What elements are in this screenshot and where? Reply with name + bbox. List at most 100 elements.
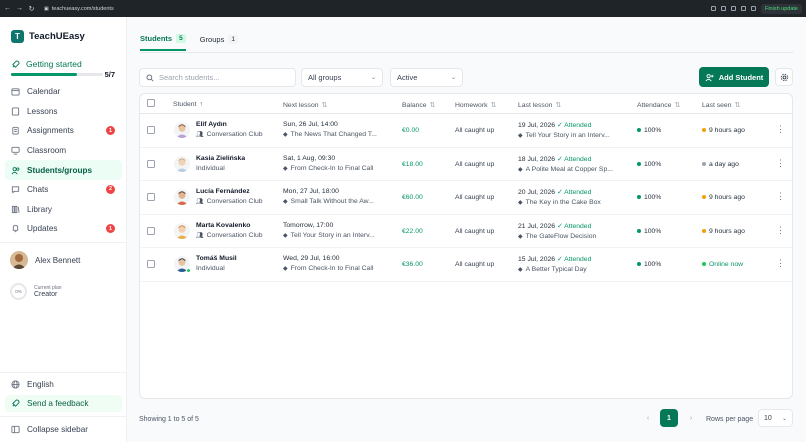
student-cell[interactable]: Elif Aydın 👥︎ Conversation Club (196, 121, 263, 138)
app-name: TeachUEasy (29, 31, 85, 42)
more-options-icon[interactable]: ⋮ (776, 192, 785, 201)
table-row[interactable]: Marta Kovalenko 👥︎ Conversation Club Tom… (140, 215, 792, 248)
column-header-student[interactable]: Student ↑ (173, 101, 203, 108)
table-row[interactable]: Elif Aydın 👥︎ Conversation Club Sun, 26 … (140, 114, 792, 148)
sidebar-item-students-groups[interactable]: Students/groups (5, 160, 122, 180)
profile-icon[interactable] (750, 6, 756, 11)
back-icon[interactable]: ← (4, 5, 11, 12)
page-button-current[interactable]: 1 (660, 409, 678, 427)
more-options-icon[interactable]: ⋮ (776, 158, 785, 167)
rows-per-page-select[interactable]: 10 ⌄ (758, 409, 793, 427)
sidebar-item-classroom[interactable]: Classroom (5, 141, 122, 161)
row-checkbox[interactable] (147, 260, 155, 268)
tabs: Students 5 Groups 1 (140, 34, 238, 51)
student-cell[interactable]: Tomáš Musil Individual (196, 255, 237, 272)
zoom-icon[interactable] (720, 6, 726, 11)
column-header-homework[interactable]: Homework ⇅ (455, 101, 496, 110)
next-lesson-cell[interactable]: Wed, 29 Jul, 16:00 ◆ From Check-In to Fin… (283, 255, 398, 272)
presence-dot (702, 262, 706, 266)
select-all-checkbox[interactable] (147, 99, 155, 107)
lesson-icon: ◆ (283, 132, 288, 138)
tab-groups[interactable]: Groups 1 (200, 34, 238, 51)
sidebar-item-label: Assignments (27, 126, 74, 136)
add-student-label: Add Student (718, 72, 764, 82)
lesson-icon: ◆ (283, 232, 288, 239)
table-row[interactable]: Lucía Fernández 👥︎ Conversation Club Mon… (140, 181, 792, 215)
column-header-last-lesson[interactable]: Last lesson ⇅ (518, 101, 561, 110)
sidebar-item-assignments[interactable]: Assignments 1 (5, 121, 122, 141)
next-lesson-title: ◆ Small Talk Without the Aw... (283, 198, 398, 205)
getting-started[interactable]: Getting started 5/7 (11, 59, 119, 79)
sidebar-item-updates[interactable]: Updates 1 (5, 219, 122, 239)
more-options-icon[interactable]: ⋮ (776, 125, 785, 134)
next-page-button[interactable]: › (682, 409, 700, 427)
showing-count: Showing 1 to 5 of 5 (139, 416, 199, 423)
sort-asc-icon: ↑ (199, 101, 203, 108)
forward-icon[interactable]: → (16, 5, 23, 12)
finish-update-button[interactable]: Finish update (760, 3, 802, 14)
collapse-sidebar-button[interactable]: Collapse sidebar (5, 421, 122, 438)
sidebar-item-calendar[interactable]: Calendar (5, 82, 122, 102)
table-row[interactable]: Kasia Zielińska Individual Sat, 1 Aug, 0… (140, 148, 792, 181)
student-cell[interactable]: Marta Kovalenko 👥︎ Conversation Club (196, 222, 263, 239)
more-options-icon[interactable]: ⋮ (776, 225, 785, 234)
language-selector[interactable]: English (5, 376, 122, 393)
student-type: Individual (196, 165, 245, 172)
next-lesson-cell[interactable]: Sun, 26 Jul, 14:00 ◆ The News That Change… (283, 121, 398, 138)
next-lesson-title: ◆ From Check-In to Final Call (283, 265, 398, 272)
row-checkbox[interactable] (147, 126, 155, 134)
attendance-dot (637, 195, 641, 199)
current-plan[interactable]: 0% Current plan Creator (10, 283, 62, 300)
add-user-icon (705, 73, 714, 81)
row-checkbox[interactable] (147, 226, 155, 235)
sidebar-item-lessons[interactable]: Lessons (5, 102, 122, 122)
column-header-attendance[interactable]: Attendance ⇅ (637, 101, 680, 110)
student-cell[interactable]: Kasia Zielińska Individual (196, 155, 245, 172)
previous-page-button[interactable]: ‹ (639, 409, 657, 427)
table-row[interactable]: Tomáš Musil Individual Wed, 29 Jul, 16:0… (140, 248, 792, 282)
last-seen-value: 9 hours ago (702, 228, 745, 235)
row-checkbox[interactable] (147, 193, 155, 201)
next-lesson-cell[interactable]: Tomorrow, 17:00 ◆ Tell Your Story in an I… (283, 222, 398, 239)
sidebar-item-chats[interactable]: Chats 2 (5, 180, 122, 200)
check-icon: ✓ (556, 122, 563, 129)
puzzle-icon[interactable] (740, 6, 746, 11)
last-lesson-cell[interactable]: 19 Jul, 2026 ✓ Attended ◆ Tell Your Story… (518, 121, 630, 139)
next-lesson-cell[interactable]: Sat, 1 Aug, 09:30 ◆ From Check-In to Fina… (283, 155, 398, 172)
settings-button[interactable] (775, 68, 793, 86)
user-profile[interactable]: Alex Bennett (10, 251, 80, 269)
column-header-balance[interactable]: Balance ⇅ (402, 101, 435, 110)
add-student-button[interactable]: Add Student (699, 67, 769, 87)
last-lesson-cell[interactable]: 21 Jul, 2026 ✓ Attended ◆ The GateFlow De… (518, 222, 630, 240)
sidebar-item-library[interactable]: Library (5, 200, 122, 220)
next-lesson-title-text: Tell Your Story in an Interv... (290, 231, 375, 239)
last-lesson-cell[interactable]: 20 Jul, 2026 ✓ Attended ◆ The Key in the … (518, 188, 630, 206)
send-feedback-button[interactable]: Send a feedback (5, 395, 122, 412)
logo-mark: T (11, 30, 24, 43)
last-lesson-line: 15 Jul, 2026 ✓ Attended (518, 255, 630, 263)
group-filter-select[interactable]: All groups ⌄ (301, 68, 383, 87)
column-header-next-lesson[interactable]: Next lesson ⇅ (283, 101, 327, 110)
column-header-last-seen[interactable]: Last seen ⇅ (702, 101, 740, 110)
last-lesson-date: 21 Jul, 2026 (518, 222, 556, 230)
student-cell[interactable]: Lucía Fernández 👥︎ Conversation Club (196, 188, 263, 205)
star-icon[interactable] (730, 6, 736, 11)
plan-name: Creator (34, 291, 58, 298)
app-logo[interactable]: T TeachUEasy (11, 30, 85, 43)
search-input[interactable] (159, 73, 294, 82)
last-lesson-cell[interactable]: 15 Jul, 2026 ✓ Attended ◆ A Better Typica… (518, 255, 630, 273)
tab-students[interactable]: Students 5 (140, 34, 186, 51)
library-icon (11, 205, 20, 214)
last-seen-value: a day ago (702, 161, 739, 168)
last-lesson-cell[interactable]: 18 Jul, 2026 ✓ Attended ◆ A Polite Meal a… (518, 155, 630, 173)
status-filter-select[interactable]: Active ⌄ (390, 68, 463, 87)
next-lesson-cell[interactable]: Mon, 27 Jul, 18:00 ◆ Small Talk Without t… (283, 188, 398, 205)
reload-icon[interactable]: ↻ (28, 5, 35, 13)
row-checkbox[interactable] (147, 159, 155, 168)
last-lesson-title: ◆ A Better Typical Day (518, 266, 630, 273)
student-type: 👥︎ Conversation Club (196, 198, 263, 205)
last-lesson-title: ◆ A Polite Meal at Copper Sp... (518, 166, 630, 173)
address-bar[interactable]: ▣ teachueasy.com/students (44, 6, 706, 12)
more-options-icon[interactable]: ⋮ (776, 259, 785, 268)
extension-icon[interactable] (710, 6, 716, 11)
